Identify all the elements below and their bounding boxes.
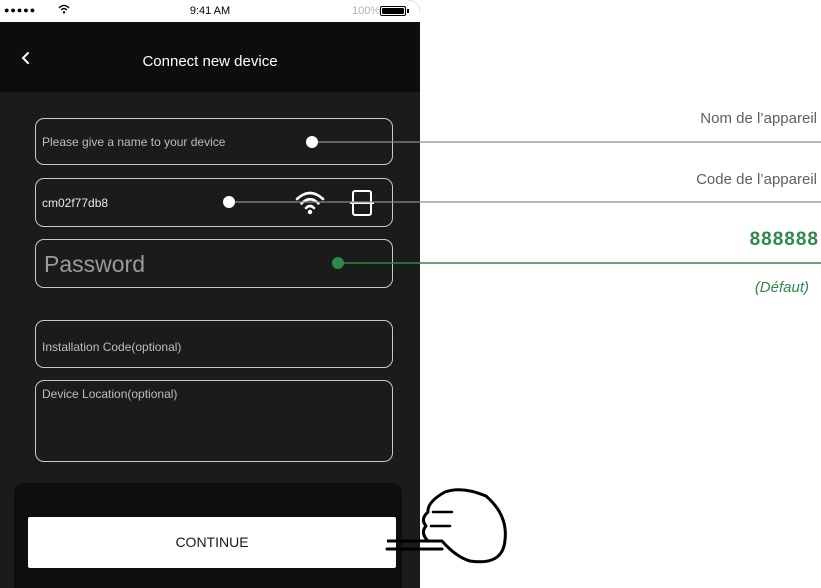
annotation-default-password: 888888	[749, 229, 819, 250]
page-title: Connect new device	[142, 53, 278, 70]
installation-code-input[interactable]: Installation Code(optional)	[35, 320, 393, 368]
wifi-icon[interactable]	[294, 188, 326, 216]
device-code-field[interactable]: cm02f77db8	[35, 178, 393, 227]
battery-percent: 100%	[352, 5, 381, 17]
scan-frame-icon[interactable]	[350, 189, 374, 217]
device-location-input[interactable]: Device Location(optional)	[35, 380, 393, 462]
password-input[interactable]: Password	[35, 239, 393, 288]
phone-screen: ●●●●● 9:41 AM 100% Connect new device Pl…	[0, 0, 420, 588]
device-name-placeholder: Please give a name to your device	[42, 135, 226, 149]
status-bar: ●●●●● 9:41 AM 100%	[0, 0, 420, 22]
device-location-placeholder: Device Location(optional)	[42, 387, 178, 401]
annotation-default-note: (Défaut)	[754, 279, 809, 296]
nav-bar: Connect new device	[0, 22, 420, 92]
annotation-device-name: Nom de l’appareil	[700, 110, 817, 127]
battery-icon	[380, 6, 409, 16]
device-code-value: cm02f77db8	[42, 196, 109, 210]
installation-code-placeholder: Installation Code(optional)	[42, 340, 182, 354]
device-name-input[interactable]: Please give a name to your device	[35, 118, 393, 165]
password-placeholder: Password	[44, 251, 145, 277]
annotation-device-code: Code de l’appareil	[696, 171, 817, 188]
continue-button[interactable]: CONTINUE	[28, 517, 396, 568]
